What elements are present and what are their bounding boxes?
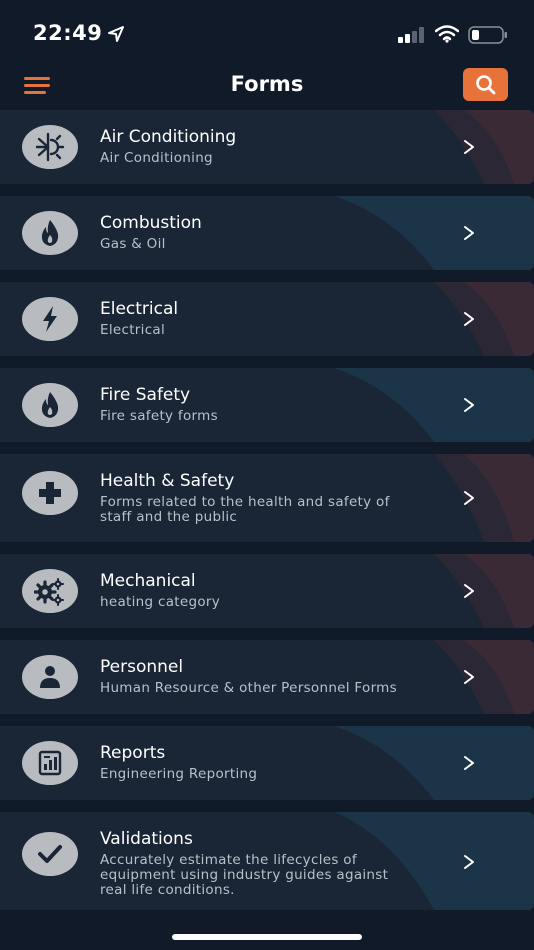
search-button[interactable] [463,68,508,101]
form-item-air-conditioning[interactable]: Air Conditioning Air Conditioning [0,110,534,184]
wifi-icon [435,25,459,43]
card-decoration [334,196,534,270]
form-item-title: Mechanical [100,571,196,591]
form-item-personnel[interactable]: Personnel Human Resource & other Personn… [0,640,534,714]
form-item-subtitle: Air Conditioning [100,150,213,166]
form-item-subtitle: Fire safety forms [100,408,218,424]
chevron-right-icon [464,491,474,505]
form-item-combustion[interactable]: Combustion Gas & Oil [0,196,534,270]
report-chart-icon [22,741,78,785]
page-title: Forms [230,72,304,96]
location-arrow-icon [108,26,124,42]
lightning-bolt-icon [22,297,78,341]
card-decoration [334,368,534,442]
form-item-validations[interactable]: Validations Accurately estimate the life… [0,812,534,910]
form-item-subtitle: Electrical [100,322,166,338]
form-item-title: Combustion [100,213,202,233]
gears-icon [22,569,78,613]
chevron-right-icon [464,584,474,598]
home-indicator[interactable] [172,934,362,940]
form-item-subtitle: Human Resource & other Personnel Forms [100,680,397,696]
form-item-title: Reports [100,743,166,763]
chevron-right-icon [464,226,474,240]
form-item-health-and-safety[interactable]: Health & Safety Forms related to the hea… [0,454,534,542]
status-time: 22:49 [33,21,103,45]
form-item-title: Personnel [100,657,184,677]
card-decoration [434,110,534,184]
card-decoration [434,554,534,628]
form-item-subtitle: Engineering Reporting [100,766,258,782]
form-item-subtitle-line-1: Accurately estimate the lifecycles of [100,852,357,868]
form-item-subtitle-line-2: equipment using industry guides against [100,867,389,883]
chevron-right-icon [464,140,474,154]
form-item-mechanical[interactable]: Mechanical heating category [0,554,534,628]
forms-screen: 22:49 Forms Air Conditioning Air Conditi… [0,0,534,950]
form-item-reports[interactable]: Reports Engineering Reporting [0,726,534,800]
chevron-right-icon [464,670,474,684]
flame-icon [22,211,78,255]
chevron-right-icon [464,756,474,770]
card-decoration [434,282,534,356]
form-item-subtitle: Gas & Oil [100,236,166,252]
form-item-title: Health & Safety [100,471,235,491]
person-icon [22,655,78,699]
form-item-title: Fire Safety [100,385,191,405]
card-decoration [334,726,534,800]
cellular-signal-icon [398,27,424,43]
form-item-electrical[interactable]: Electrical Electrical [0,282,534,356]
battery-icon [468,26,507,44]
form-item-fire-safety[interactable]: Fire Safety Fire safety forms [0,368,534,442]
form-item-subtitle: heating category [100,594,221,610]
card-decoration [434,640,534,714]
search-icon [476,75,496,95]
app-header: Forms [0,64,534,108]
form-item-subtitle-line-2: staff and the public [100,509,238,525]
form-item-title: Electrical [100,299,179,319]
status-bar: 22:49 [0,0,534,64]
chevron-right-icon [464,855,474,869]
form-item-title: Validations [100,829,193,849]
medical-cross-icon [22,471,78,515]
chevron-right-icon [464,312,474,326]
form-item-subtitle-line-3: real life conditions. [100,882,235,898]
form-item-subtitle-line-1: Forms related to the health and safety o… [100,494,390,510]
snowflake-sun-icon [22,125,78,169]
flame-icon [22,383,78,427]
chevron-right-icon [464,398,474,412]
checkmark-icon [22,832,78,876]
form-item-title: Air Conditioning [100,127,237,147]
